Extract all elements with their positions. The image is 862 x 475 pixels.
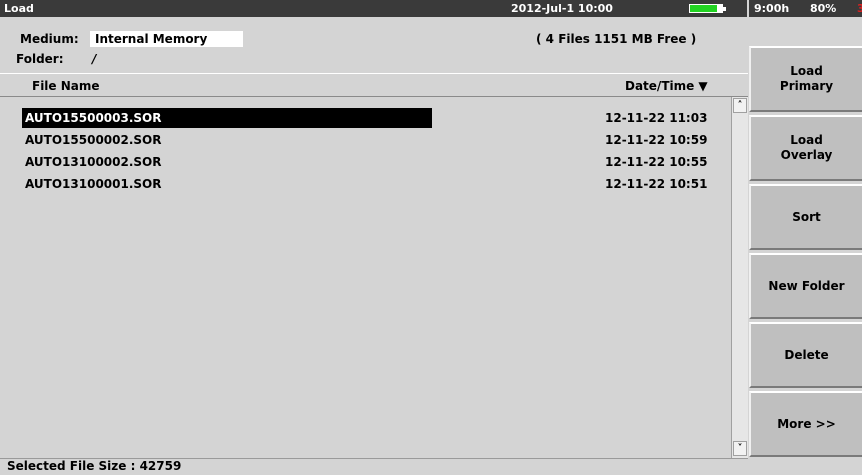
medium-field[interactable]: Internal Memory <box>90 31 243 47</box>
more-button[interactable]: More >> <box>749 391 862 457</box>
file-summary: ( 4 Files 1151 MB Free ) <box>536 32 697 46</box>
file-list: AUTO15500003.SOR 12-11-22 11:03 AUTO1550… <box>0 100 732 458</box>
datetime: 2012-Jul-1 10:00 <box>511 2 613 15</box>
file-date: 12-11-22 10:59 <box>605 133 708 147</box>
column-file-name[interactable]: File Name <box>32 79 100 93</box>
file-row[interactable]: AUTO15500002.SOR 12-11-22 10:59 <box>22 130 732 152</box>
load-primary-button[interactable]: Load Primary <box>749 46 862 112</box>
load-overlay-button[interactable]: Load Overlay <box>749 115 862 181</box>
file-date: 12-11-22 10:55 <box>605 155 708 169</box>
battery-icon <box>689 4 726 13</box>
folder-label: Folder: <box>16 52 64 66</box>
softkey-panel: Load Primary Load Overlay Sort New Folde… <box>749 17 862 475</box>
file-date: 12-11-22 10:51 <box>605 177 708 191</box>
delete-button[interactable]: Delete <box>749 322 862 388</box>
file-name: AUTO15500003.SOR <box>22 108 432 128</box>
column-header: File Name Date/Time ▼ <box>0 76 748 96</box>
file-info-panel: Medium: Internal Memory Folder: / ( 4 Fi… <box>0 17 748 72</box>
new-folder-button[interactable]: New Folder <box>749 253 862 319</box>
status-text: Selected File Size : 42759 <box>7 459 182 473</box>
sort-button[interactable]: Sort <box>749 184 862 250</box>
file-name: AUTO15500002.SOR <box>25 133 162 147</box>
file-row[interactable]: AUTO13100002.SOR 12-11-22 10:55 <box>22 152 732 174</box>
title-bar: Load 2012-Jul-1 10:00 9:00h 80% 3 <box>0 0 862 17</box>
file-name: AUTO13100002.SOR <box>25 155 162 169</box>
file-row[interactable]: AUTO13100001.SOR 12-11-22 10:51 <box>22 174 732 196</box>
column-date-time[interactable]: Date/Time ▼ <box>625 79 708 93</box>
screen-title: Load <box>4 2 34 15</box>
file-list-scrollbar[interactable]: ˄ ˅ <box>731 97 748 458</box>
file-row[interactable]: AUTO15500003.SOR 12-11-22 11:03 <box>22 108 732 130</box>
battery-runtime: 9:00h <box>754 2 790 15</box>
medium-label: Medium: <box>20 32 79 46</box>
scroll-up-icon[interactable]: ˄ <box>733 98 747 113</box>
file-date: 12-11-22 11:03 <box>605 111 708 125</box>
battery-percent: 80% <box>810 2 837 15</box>
folder-path: / <box>92 52 97 66</box>
warning-icon: 3 <box>857 2 862 15</box>
scroll-down-icon[interactable]: ˅ <box>733 441 747 456</box>
file-name: AUTO13100001.SOR <box>25 177 162 191</box>
